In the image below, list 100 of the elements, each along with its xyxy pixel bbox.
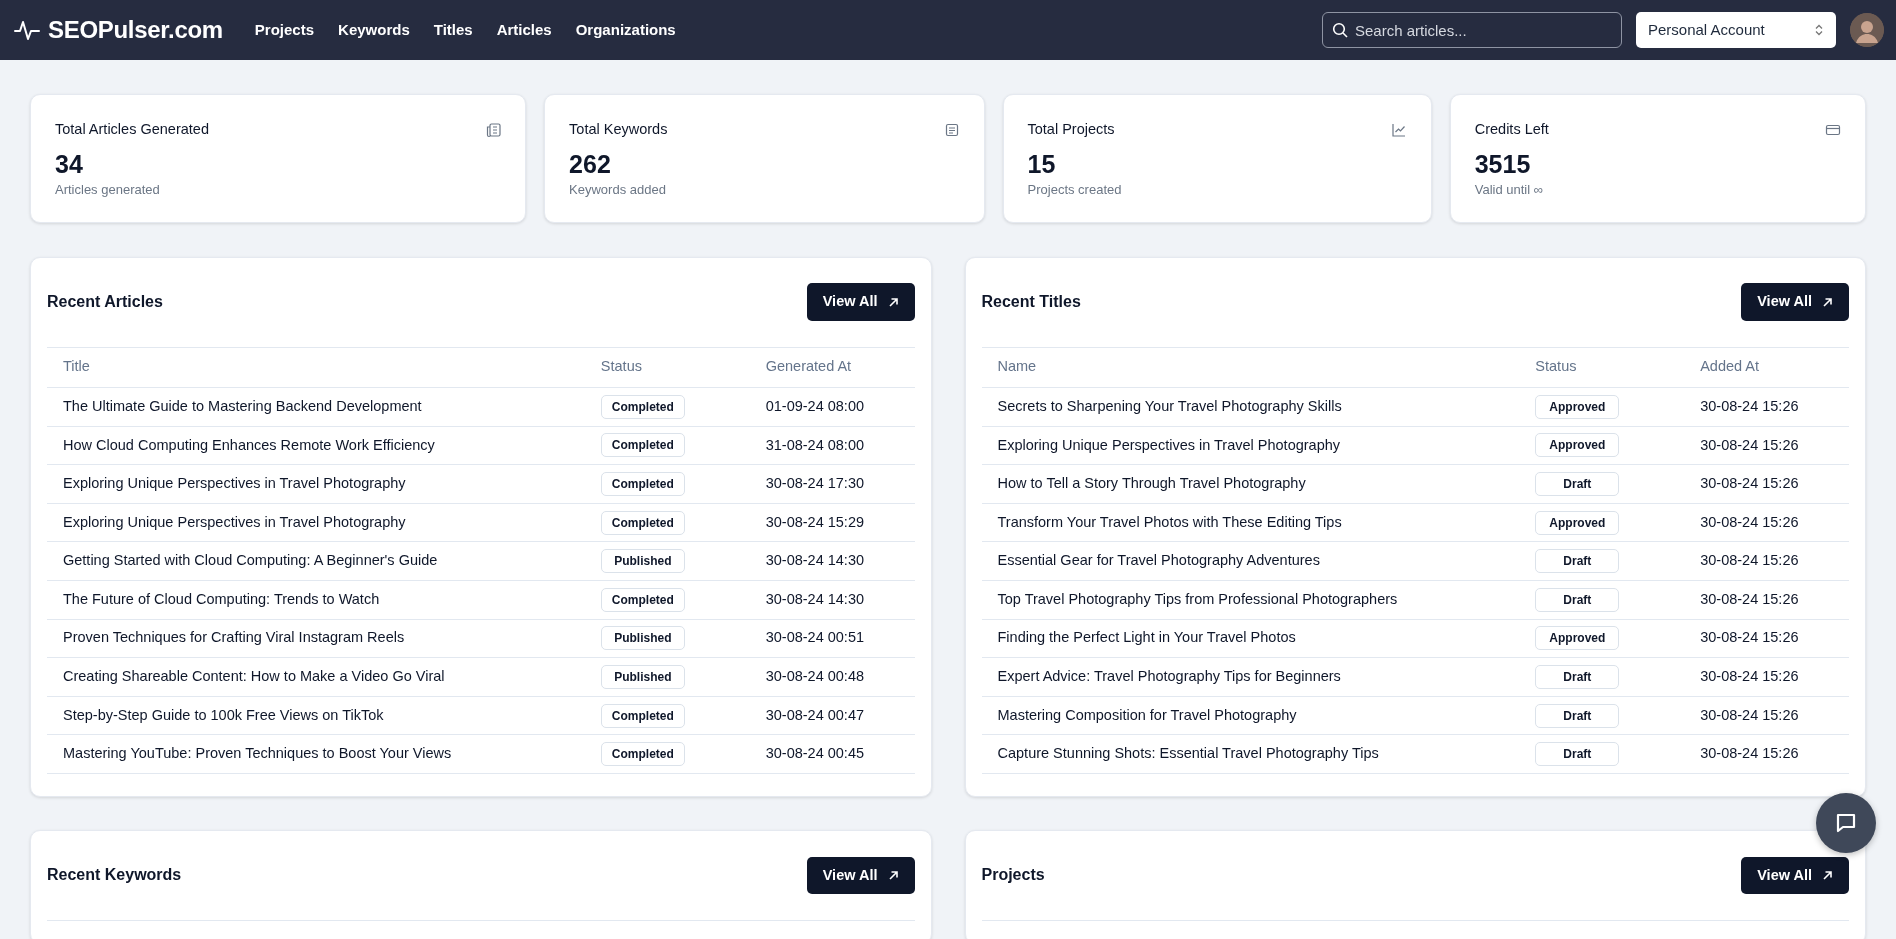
column-header: Title: [63, 358, 90, 375]
status-tag: Approved: [1535, 510, 1620, 535]
date-cell: 30-08-24 15:26: [1700, 629, 1799, 646]
date-cell: 30-08-24 15:26: [1700, 397, 1799, 414]
title-cell: Proven Techniques for Crafting Viral Instagram Reels: [63, 629, 405, 646]
date-cell: 30-08-24 00:45: [765, 745, 865, 762]
title-cell: The Future of Cloud Computing: Trends to Watch: [63, 590, 380, 607]
status-tag: Draft: [1535, 703, 1620, 728]
date-cell: 30-08-24 15:29: [765, 513, 865, 530]
stat-caption: Projects created: [1027, 181, 1123, 199]
chevron-updown-icon: [1814, 24, 1824, 36]
column-header: Added At: [1700, 358, 1760, 375]
status-tag: Completed: [600, 587, 685, 612]
status-tag: Published: [600, 664, 685, 689]
title-cell: The Ultimate Guide to Mastering Backend Development: [63, 397, 422, 414]
date-cell: 30-08-24 15:26: [1700, 513, 1799, 530]
date-cell: 30-08-24 14:30: [765, 552, 865, 569]
status-tag: Completed: [600, 394, 685, 419]
status-tag: Draft: [1535, 664, 1620, 689]
arrow-up-right-icon: [1822, 296, 1833, 308]
status-tag: Approved: [1535, 626, 1620, 651]
chat-button[interactable]: [1816, 793, 1876, 853]
date-cell: 31-08-24 08:00: [765, 436, 865, 453]
stat-value: 15: [1027, 148, 1057, 180]
view-all-button[interactable]: View All: [806, 856, 915, 895]
status-tag: Completed: [600, 742, 685, 767]
nav-link[interactable]: Projects: [254, 18, 315, 42]
search-icon: [1332, 22, 1348, 38]
title-cell: Essential Gear for Travel Photography Adventures: [997, 552, 1320, 569]
newspaper-icon: [485, 121, 502, 138]
date-cell: 01-09-24 08:00: [765, 397, 865, 414]
stat-value: 3515: [1474, 148, 1532, 180]
stat-value: 262: [569, 148, 612, 180]
title-cell: Exploring Unique Perspectives in Travel Photography: [997, 436, 1341, 453]
status-tag: Published: [600, 549, 685, 574]
status-tag: Completed: [600, 510, 685, 535]
date-cell: 30-08-24 14:30: [765, 590, 865, 607]
date-cell: 30-08-24 15:26: [1700, 436, 1799, 453]
nav-link[interactable]: Keywords: [338, 18, 410, 42]
avatar-icon[interactable]: [1850, 13, 1884, 47]
document-icon: [943, 121, 960, 138]
nav-link[interactable]: Organizations: [575, 18, 676, 42]
title-cell: Transform Your Travel Photos with These Editing Tips: [997, 513, 1342, 530]
title-cell: Exploring Unique Perspectives in Travel Photography: [63, 513, 406, 530]
brand-name[interactable]: SEOPulser.com: [48, 12, 223, 48]
column-header: Name: [997, 358, 1037, 375]
title-cell: Top Travel Photography Tips from Professional Photographers: [997, 590, 1398, 607]
status-tag: Published: [600, 626, 685, 651]
stat-label: Total Projects: [1027, 120, 1115, 139]
view-all-button[interactable]: View All: [806, 283, 915, 321]
arrow-up-right-icon: [887, 296, 899, 308]
status-tag: Draft: [1535, 587, 1620, 612]
arrow-up-right-icon: [887, 869, 899, 881]
title-cell: Secrets to Sharpening Your Travel Photography Skills: [997, 397, 1342, 414]
date-cell: 30-08-24 00:48: [765, 668, 865, 685]
column-header: Status: [600, 358, 642, 375]
chat-bubble-icon: [1835, 812, 1857, 834]
stat-caption: Keywords added: [569, 181, 667, 199]
title-cell: Step-by-Step Guide to 100k Free Views on TikTok: [63, 706, 384, 723]
status-tag: Approved: [1535, 394, 1620, 419]
account-select[interactable]: Personal Account: [1636, 12, 1836, 48]
title-cell: Finding the Perfect Light in Your Travel Photos: [997, 629, 1296, 646]
date-cell: 30-08-24 17:30: [765, 475, 865, 492]
column-header: Status: [1535, 358, 1577, 375]
stat-value: 34: [55, 148, 84, 180]
view-all-button[interactable]: View All: [1741, 283, 1849, 321]
date-cell: 30-08-24 15:26: [1700, 706, 1799, 723]
title-cell: Creating Shareable Content: How to Make a Video Go Viral: [63, 668, 445, 685]
date-cell: 30-08-24 15:26: [1700, 552, 1799, 569]
arrow-up-right-icon: [1822, 869, 1833, 881]
view-all-button[interactable]: View All: [1741, 856, 1849, 895]
nav-link[interactable]: Articles: [496, 18, 552, 42]
date-cell: 30-08-24 15:26: [1700, 745, 1799, 762]
panel-title: Recent Articles: [47, 292, 163, 312]
title-cell: Capture Stunning Shots: Essential Travel Photography Tips: [997, 745, 1379, 762]
date-cell: 30-08-24 15:26: [1700, 668, 1799, 685]
stat-caption: Valid until ∞: [1474, 181, 1544, 199]
title-cell: Expert Advice: Travel Photography Tips for Beginners: [997, 668, 1341, 685]
nav-link[interactable]: Titles: [433, 18, 473, 42]
status-tag: Draft: [1535, 742, 1620, 767]
search-field[interactable]: Search articles...: [1322, 12, 1622, 48]
date-cell: 30-08-24 15:26: [1700, 475, 1799, 492]
status-tag: Draft: [1535, 549, 1620, 574]
status-tag: Approved: [1535, 433, 1620, 458]
stat-label: Total Keywords: [569, 120, 668, 139]
title-cell: Exploring Unique Perspectives in Travel Photography: [63, 475, 406, 492]
panel-title: Recent Titles: [981, 292, 1081, 312]
title-cell: How Cloud Computing Enhances Remote Work Efficiency: [63, 436, 435, 453]
title-cell: Mastering Composition for Travel Photography: [997, 706, 1297, 723]
stat-caption: Articles generated: [55, 181, 161, 199]
stat-label: Total Articles Generated: [55, 120, 209, 139]
title-cell: Mastering YouTube: Proven Techniques to Boost Your Views: [63, 745, 452, 762]
status-tag: Completed: [600, 433, 685, 458]
title-cell: Getting Started with Cloud Computing: A Beginner's Guide: [63, 552, 438, 569]
pulse-logo-icon: [14, 19, 40, 41]
status-tag: Draft: [1535, 472, 1620, 496]
line-chart-icon: [1390, 121, 1407, 138]
column-header: Generated At: [765, 358, 852, 375]
stat-label: Credits Left: [1474, 120, 1549, 139]
status-tag: Completed: [600, 703, 685, 728]
